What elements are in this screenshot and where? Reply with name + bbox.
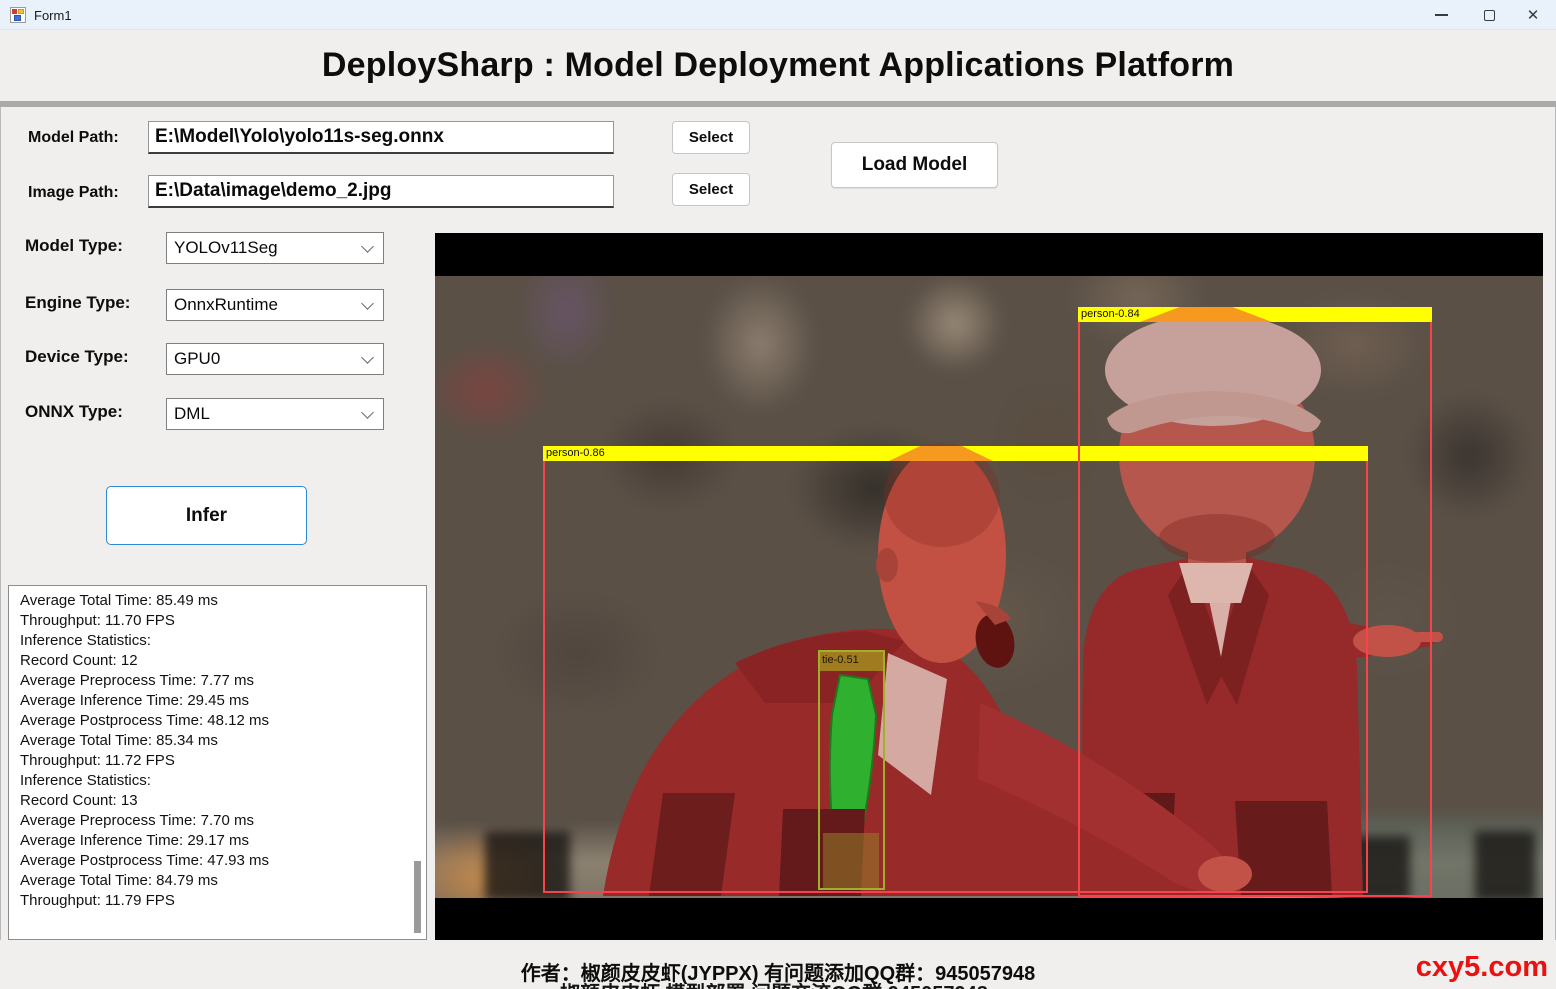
log-line: Average Preprocess Time: 7.77 ms — [20, 671, 412, 691]
log-line: Average Inference Time: 29.45 ms — [20, 691, 412, 711]
image-path-input[interactable] — [148, 175, 614, 208]
header-divider — [0, 101, 1556, 107]
onnx-type-label: ONNX Type: — [25, 402, 123, 422]
log-line: Average Postprocess Time: 48.12 ms — [20, 711, 412, 731]
image-path-select-button[interactable]: Select — [672, 173, 750, 206]
log-line: Average Total Time: 85.49 ms — [20, 591, 412, 611]
minimize-button[interactable] — [1418, 0, 1464, 30]
maximize-button[interactable] — [1466, 0, 1512, 30]
model-path-input[interactable] — [148, 121, 614, 154]
letterbox-bottom — [435, 898, 1543, 940]
winforms-app-icon — [10, 7, 26, 23]
chevron-down-icon — [361, 240, 374, 253]
cutoff-text-line: 椒颜皮皮虾 模型部署 问题交流QQ群 945057948 — [560, 983, 1120, 989]
detection-label-text: person-0.86 — [546, 447, 605, 459]
close-button[interactable]: ✕ — [1510, 0, 1556, 30]
log-line: Throughput: 11.79 FPS — [20, 891, 412, 911]
minimize-icon — [1435, 14, 1448, 16]
footer: 作者：椒颜皮皮虾(JYPPX) 有问题添加QQ群：945057948 cxy5.… — [0, 940, 1556, 989]
chevron-down-icon — [361, 297, 374, 310]
author-credit: 作者：椒颜皮皮虾(JYPPX) 有问题添加QQ群：945057948 — [0, 957, 1556, 986]
load-model-button[interactable]: Load Model — [831, 142, 998, 188]
letterbox-top — [435, 233, 1543, 276]
result-image-viewer: person-0.86 person-0.84 tie-0.51 — [435, 233, 1543, 940]
chevron-down-icon — [361, 406, 374, 419]
app-window: Form1 ✕ DeploySharp : Model Deployment A… — [0, 0, 1556, 989]
detection-label-text: tie-0.51 — [822, 654, 859, 666]
bbox-tie-051 — [818, 650, 885, 890]
device-type-select[interactable]: GPU0 — [166, 343, 384, 375]
model-type-label: Model Type: — [25, 236, 123, 256]
maximize-icon — [1484, 10, 1495, 21]
log-scrollbar-thumb[interactable] — [414, 861, 421, 933]
image-path-label: Image Path: — [28, 184, 119, 202]
log-line: Throughput: 11.70 FPS — [20, 611, 412, 631]
head-overlap-mask — [1140, 307, 1272, 322]
detection-label-text: person-0.84 — [1081, 308, 1140, 320]
onnx-type-value: DML — [174, 404, 210, 423]
log-line: Record Count: 13 — [20, 791, 412, 811]
device-type-label: Device Type: — [25, 347, 129, 367]
page-title: DeploySharp : Model Deployment Applicati… — [322, 46, 1234, 85]
inference-log[interactable]: Average Total Time: 85.49 ms Throughput:… — [8, 585, 427, 940]
model-path-label: Model Path: — [28, 129, 119, 147]
model-type-value: YOLOv11Seg — [174, 238, 278, 257]
onnx-type-select[interactable]: DML — [166, 398, 384, 430]
infer-button[interactable]: Infer — [106, 486, 307, 545]
watermark: cxy5.com — [1416, 951, 1548, 984]
bbox-label-tie-051: tie-0.51 — [820, 652, 883, 671]
log-line: Inference Statistics: — [20, 771, 412, 791]
head-overlap-mask — [889, 446, 993, 461]
log-line: Average Postprocess Time: 47.93 ms — [20, 851, 412, 871]
log-line: Inference Statistics: — [20, 631, 412, 651]
bbox-person-084 — [1078, 307, 1432, 897]
engine-type-label: Engine Type: — [25, 293, 130, 313]
log-line: Average Inference Time: 29.17 ms — [20, 831, 412, 851]
model-type-select[interactable]: YOLOv11Seg — [166, 232, 384, 264]
log-line: Throughput: 11.72 FPS — [20, 751, 412, 771]
engine-type-select[interactable]: OnnxRuntime — [166, 289, 384, 321]
model-path-select-button[interactable]: Select — [672, 121, 750, 154]
log-line: Record Count: 12 — [20, 651, 412, 671]
app-header: DeploySharp : Model Deployment Applicati… — [0, 30, 1556, 101]
chevron-down-icon — [361, 351, 374, 364]
log-line: Average Total Time: 84.79 ms — [20, 871, 412, 891]
window-title: Form1 — [34, 8, 72, 23]
log-line: Average Preprocess Time: 7.70 ms — [20, 811, 412, 831]
engine-type-value: OnnxRuntime — [174, 295, 278, 314]
device-type-value: GPU0 — [174, 349, 220, 368]
close-icon: ✕ — [1527, 8, 1540, 23]
bbox-label-person-084: person-0.84 — [1078, 307, 1432, 322]
log-line: Average Total Time: 85.34 ms — [20, 731, 412, 751]
title-bar: Form1 ✕ — [0, 0, 1556, 30]
